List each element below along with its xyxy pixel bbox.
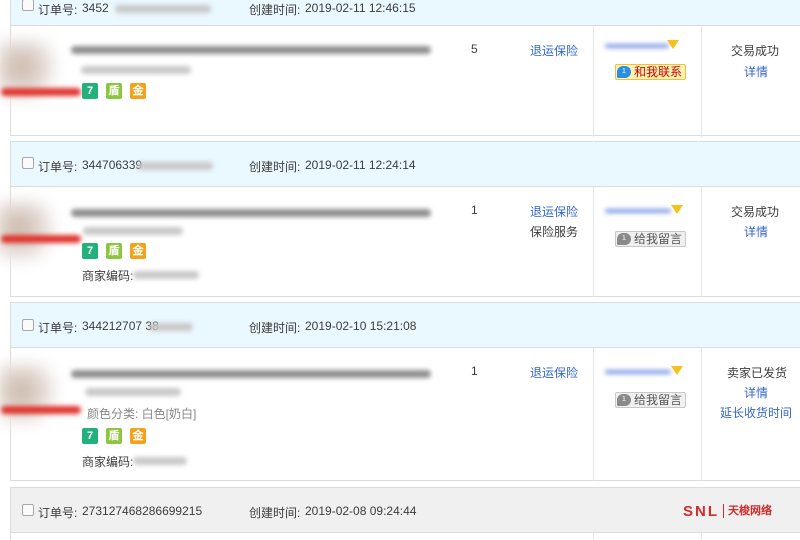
gold-seller-icon[interactable]: 金	[130, 243, 146, 259]
order-header: 订单号: 344706339 创建时间: 2019-02-11 12:24:14	[11, 142, 800, 187]
consumer-protection-icon[interactable]: 盾	[106, 83, 122, 99]
seller-name-redacted[interactable]	[605, 370, 671, 374]
leave-message-button[interactable]: 1 给我留言	[615, 231, 687, 247]
order-card: 订单号: 273127468286699215 创建时间: 2019-02-08…	[10, 487, 800, 540]
order-no-label: 订单号:	[38, 160, 78, 174]
order-status: 交易成功	[731, 205, 780, 219]
order-no: 3452	[82, 1, 109, 15]
product-title-redacted[interactable]	[71, 46, 431, 54]
order-status: 交易成功	[731, 44, 780, 58]
order-card: 订单号: 344706339 创建时间: 2019-02-11 12:24:14…	[0, 141, 800, 297]
order-card: 订单号: 344212707 38 创建时间: 2019-02-10 15:21…	[0, 302, 800, 481]
order-no-redacted	[115, 5, 211, 13]
order-no: 273127468286699215	[82, 504, 203, 518]
order-detail-link[interactable]: 详情	[744, 384, 768, 401]
order-select-checkbox[interactable]	[22, 0, 34, 11]
seven-day-return-icon[interactable]: 7	[82, 83, 98, 99]
promo-tag-redacted	[1, 88, 81, 96]
color-category: 颜色分类: 白色[奶白]	[87, 407, 197, 421]
merchant-code-label: 商家编码:	[82, 455, 134, 469]
seven-day-return-icon[interactable]: 7	[82, 243, 98, 259]
product-thumbnail[interactable]	[0, 364, 57, 424]
gold-seller-icon[interactable]: 金	[130, 83, 146, 99]
created-time: 2019-02-10 15:21:08	[305, 319, 417, 333]
leave-message-button[interactable]: 1 给我留言	[615, 392, 687, 408]
promo-tag-redacted	[1, 406, 81, 414]
wangwang-chat-icon: 1	[617, 233, 631, 245]
seller-name-redacted[interactable]	[605, 44, 669, 48]
product-title-redacted[interactable]	[71, 370, 431, 378]
seller-flag-icon	[667, 40, 679, 49]
order-no-redacted	[137, 162, 213, 170]
order-body: 7 盾 金 商家编码: 1 退运保险 保险服务 1 给我留言 交易成功 详情	[0, 187, 800, 297]
order-header: 订单号: 273127468286699215 创建时间: 2019-02-08…	[11, 488, 800, 533]
insurance-service-text: 保险服务	[530, 225, 579, 239]
order-no-label: 订单号:	[38, 3, 78, 17]
shop-logo-subtitle: 天梭网络	[728, 505, 772, 517]
order-body: 颜色分类: 白色[奶白] 7 盾 金 商家编码: 1 退运保险 1 给我留言 卖…	[0, 348, 800, 481]
order-select-checkbox[interactable]	[22, 157, 34, 169]
created-time: 2019-02-11 12:46:15	[305, 1, 416, 15]
created-time-label: 创建时间:	[249, 506, 301, 520]
order-detail-link[interactable]: 详情	[744, 223, 768, 240]
merchant-code-redacted	[133, 271, 199, 279]
quantity: 1	[471, 364, 478, 378]
product-thumbnail[interactable]	[0, 201, 55, 261]
created-time-label: 创建时间:	[249, 160, 301, 174]
wangwang-chat-icon: 1	[617, 66, 631, 78]
order-body	[11, 533, 800, 540]
order-no: 344706339	[82, 158, 143, 172]
seller-flag-icon	[671, 366, 683, 375]
shop-logo-mark: SNL	[683, 503, 719, 520]
merchant-code-label: 商家编码:	[82, 269, 134, 283]
order-card: 订单号: 3452 创建时间: 2019-02-11 12:46:15 7 盾 …	[0, 0, 800, 137]
extend-receipt-time-link[interactable]: 延长收货时间	[720, 404, 792, 421]
created-time-label: 创建时间:	[249, 3, 301, 17]
shop-logo[interactable]: SNL 天梭网络	[683, 502, 772, 520]
product-spec-redacted	[81, 66, 191, 74]
return-insurance-link[interactable]: 退运保险	[530, 203, 578, 220]
order-status: 卖家已发货	[727, 366, 788, 380]
order-body: 7 盾 金 5 退运保险 1 和我联系 交易成功 详情	[0, 26, 800, 137]
return-insurance-link[interactable]: 退运保险	[530, 42, 578, 59]
order-detail-link[interactable]: 详情	[744, 63, 768, 80]
created-time: 2019-02-08 09:24:44	[305, 504, 417, 518]
merchant-code-redacted	[133, 457, 187, 465]
promo-tag-redacted	[1, 235, 81, 243]
seller-name-redacted[interactable]	[605, 209, 671, 213]
order-select-checkbox[interactable]	[22, 504, 34, 516]
created-time-label: 创建时间:	[249, 321, 301, 335]
order-header: 订单号: 3452 创建时间: 2019-02-11 12:46:15	[11, 0, 800, 26]
order-select-checkbox[interactable]	[22, 319, 34, 331]
order-no-label: 订单号:	[38, 506, 78, 520]
consumer-protection-icon[interactable]: 盾	[106, 428, 122, 444]
seller-flag-icon	[671, 205, 683, 214]
gold-seller-icon[interactable]: 金	[130, 428, 146, 444]
order-header: 订单号: 344212707 38 创建时间: 2019-02-10 15:21…	[11, 303, 800, 348]
wangwang-chat-icon: 1	[617, 394, 631, 406]
return-insurance-link[interactable]: 退运保险	[530, 364, 578, 381]
order-no: 344212707 38	[82, 319, 159, 333]
product-spec-redacted	[85, 388, 181, 396]
order-no-label: 订单号:	[38, 321, 78, 335]
quantity: 5	[471, 42, 478, 56]
seven-day-return-icon[interactable]: 7	[82, 428, 98, 444]
quantity: 1	[471, 203, 478, 217]
consumer-protection-icon[interactable]: 盾	[106, 243, 122, 259]
product-spec-redacted	[83, 227, 183, 235]
order-no-redacted	[149, 323, 193, 331]
product-title-redacted[interactable]	[71, 209, 431, 217]
contact-me-button[interactable]: 1 和我联系	[615, 64, 687, 80]
created-time: 2019-02-11 12:24:14	[305, 158, 416, 172]
